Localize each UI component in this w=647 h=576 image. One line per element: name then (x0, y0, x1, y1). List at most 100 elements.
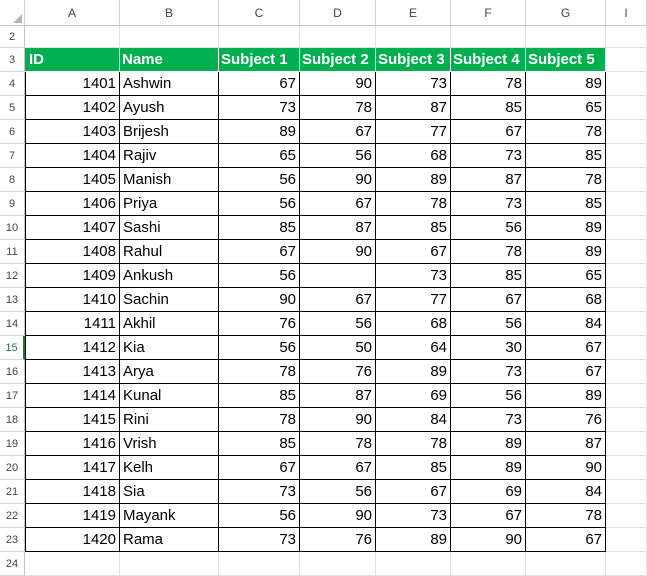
score-cell[interactable]: 65 (219, 144, 300, 168)
id-cell[interactable]: 1418 (25, 480, 120, 504)
name-cell[interactable]: Akhil (120, 312, 219, 336)
id-cell[interactable]: 1413 (25, 360, 120, 384)
score-cell[interactable]: 87 (300, 384, 376, 408)
score-cell[interactable]: 89 (376, 360, 451, 384)
id-cell[interactable]: 1403 (25, 120, 120, 144)
cell[interactable] (526, 26, 606, 48)
row-header-17[interactable]: 17 (0, 384, 25, 408)
cell[interactable] (606, 288, 647, 312)
id-cell[interactable]: 1408 (25, 240, 120, 264)
id-cell[interactable]: 1410 (25, 288, 120, 312)
score-cell[interactable]: 67 (451, 504, 526, 528)
score-cell[interactable]: 67 (526, 336, 606, 360)
score-cell[interactable]: 73 (219, 528, 300, 552)
cell[interactable] (25, 552, 120, 576)
score-cell[interactable]: 68 (526, 288, 606, 312)
score-cell[interactable]: 90 (219, 288, 300, 312)
name-cell[interactable]: Sia (120, 480, 219, 504)
column-title-subject-5[interactable]: Subject 5 (526, 48, 606, 72)
name-cell[interactable]: Rajiv (120, 144, 219, 168)
row-header-16[interactable]: 16 (0, 360, 25, 384)
score-cell[interactable]: 73 (451, 360, 526, 384)
column-header-d[interactable]: D (300, 0, 376, 26)
score-cell[interactable]: 90 (526, 456, 606, 480)
column-header-e[interactable]: E (376, 0, 451, 26)
name-cell[interactable]: Arya (120, 360, 219, 384)
cell[interactable] (376, 552, 451, 576)
score-cell[interactable]: 56 (219, 336, 300, 360)
score-cell[interactable]: 78 (526, 168, 606, 192)
cell[interactable] (219, 26, 300, 48)
name-cell[interactable]: Ashwin (120, 72, 219, 96)
score-cell[interactable]: 85 (376, 216, 451, 240)
score-cell[interactable]: 90 (300, 168, 376, 192)
row-header-12[interactable]: 12 (0, 264, 25, 288)
score-cell[interactable]: 56 (451, 312, 526, 336)
cell[interactable] (120, 552, 219, 576)
score-cell[interactable]: 90 (300, 72, 376, 96)
row-header-8[interactable]: 8 (0, 168, 25, 192)
score-cell[interactable]: 89 (526, 216, 606, 240)
score-cell[interactable]: 69 (451, 480, 526, 504)
score-cell[interactable]: 87 (300, 216, 376, 240)
name-cell[interactable]: Sashi (120, 216, 219, 240)
score-cell[interactable]: 77 (376, 288, 451, 312)
cell[interactable] (120, 26, 219, 48)
cell[interactable] (300, 26, 376, 48)
column-header-c[interactable]: C (219, 0, 300, 26)
column-title-subject-2[interactable]: Subject 2 (300, 48, 376, 72)
score-cell[interactable]: 76 (300, 528, 376, 552)
score-cell[interactable]: 73 (451, 408, 526, 432)
score-cell[interactable]: 85 (219, 432, 300, 456)
cell[interactable] (606, 72, 647, 96)
cell[interactable] (606, 26, 647, 48)
score-cell[interactable]: 56 (300, 480, 376, 504)
cell[interactable] (606, 96, 647, 120)
name-cell[interactable]: Rini (120, 408, 219, 432)
score-cell[interactable]: 64 (376, 336, 451, 360)
score-cell[interactable]: 76 (300, 360, 376, 384)
score-cell[interactable]: 85 (376, 456, 451, 480)
row-header-3[interactable]: 3 (0, 48, 25, 72)
cell[interactable] (606, 168, 647, 192)
column-header-b[interactable]: B (120, 0, 219, 26)
score-cell[interactable]: 67 (451, 288, 526, 312)
cell[interactable] (606, 312, 647, 336)
score-cell[interactable]: 67 (526, 528, 606, 552)
score-cell[interactable]: 87 (376, 96, 451, 120)
score-cell[interactable]: 73 (219, 480, 300, 504)
score-cell[interactable]: 89 (451, 456, 526, 480)
score-cell[interactable]: 69 (376, 384, 451, 408)
score-cell[interactable]: 85 (451, 264, 526, 288)
score-cell[interactable]: 78 (451, 240, 526, 264)
cell[interactable] (606, 504, 647, 528)
row-header-14[interactable]: 14 (0, 312, 25, 336)
score-cell[interactable]: 65 (526, 96, 606, 120)
column-title-subject-1[interactable]: Subject 1 (219, 48, 300, 72)
score-cell[interactable]: 73 (376, 72, 451, 96)
score-cell[interactable]: 84 (526, 480, 606, 504)
score-cell[interactable]: 84 (376, 408, 451, 432)
cell[interactable] (606, 192, 647, 216)
score-cell[interactable]: 77 (376, 120, 451, 144)
score-cell[interactable]: 78 (219, 408, 300, 432)
score-cell[interactable]: 68 (376, 312, 451, 336)
column-title-subject-4[interactable]: Subject 4 (451, 48, 526, 72)
cell[interactable] (526, 552, 606, 576)
score-cell[interactable]: 78 (526, 120, 606, 144)
score-cell[interactable]: 67 (300, 120, 376, 144)
score-cell[interactable]: 90 (451, 528, 526, 552)
score-cell[interactable]: 56 (219, 192, 300, 216)
score-cell[interactable]: 68 (376, 144, 451, 168)
score-cell[interactable]: 56 (219, 264, 300, 288)
score-cell[interactable]: 73 (451, 144, 526, 168)
cell[interactable] (219, 552, 300, 576)
score-cell[interactable]: 89 (376, 528, 451, 552)
column-title-subject-3[interactable]: Subject 3 (376, 48, 451, 72)
row-header-4[interactable]: 4 (0, 72, 25, 96)
column-header-a[interactable]: A (25, 0, 120, 26)
cell[interactable] (606, 48, 647, 72)
name-cell[interactable]: Kunal (120, 384, 219, 408)
score-cell[interactable]: 67 (376, 240, 451, 264)
column-header-g[interactable]: G (526, 0, 606, 26)
